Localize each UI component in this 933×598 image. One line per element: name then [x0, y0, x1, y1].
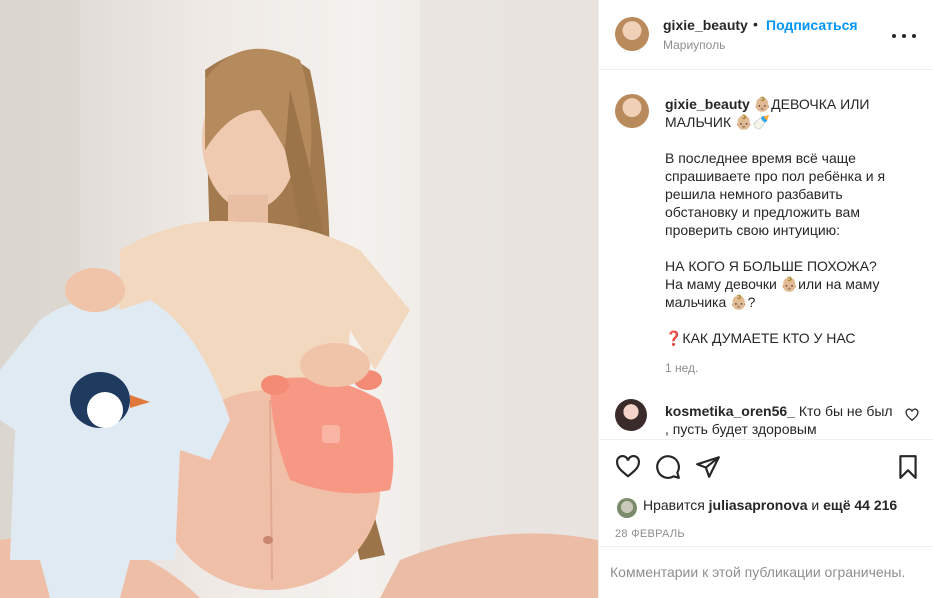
likes-summary: Нравится juliasapronova и ещё 44 216	[643, 497, 897, 513]
caption-avatar[interactable]	[615, 94, 649, 128]
post-date[interactable]: 28 ФЕВРАЛЬ	[615, 528, 685, 540]
author-username[interactable]: gixie_beauty	[663, 17, 748, 33]
likes-count[interactable]: ещё 44 216	[823, 497, 897, 513]
separator-dot: •	[753, 16, 758, 32]
liker-avatar[interactable]	[617, 498, 637, 518]
post-header: gixie_beauty • Подписаться Мариуполь	[599, 0, 933, 70]
location-link[interactable]: Мариуполь	[663, 38, 725, 52]
liker-username[interactable]: juliasapronova	[709, 497, 808, 513]
caption-paragraph-2: НА КОГО Я БОЛЬШЕ ПОХОЖА? На маму девочки…	[665, 258, 880, 310]
comment-like-icon[interactable]	[905, 408, 919, 422]
more-icon[interactable]	[892, 24, 916, 48]
heart-icon[interactable]	[615, 454, 641, 480]
caption-paragraph-1: В последнее время всё чаще спрашиваете п…	[665, 150, 886, 238]
likes-prefix: Нравится	[643, 497, 709, 513]
follow-button[interactable]: Подписаться	[766, 17, 858, 33]
comment-item: kosmetika_oren56_ Кто бы не был , пусть …	[665, 402, 895, 438]
comment-icon[interactable]	[655, 454, 681, 480]
caption-time[interactable]: 1 нед.	[665, 361, 698, 375]
caption-username[interactable]: gixie_beauty	[665, 96, 750, 112]
bookmark-icon[interactable]	[895, 454, 921, 480]
post-caption: gixie_beauty 👶🏼ДЕВОЧКА ИЛИ МАЛЬЧИК 👶🏼🍼 В…	[665, 95, 915, 365]
post-actions: Нравится juliasapronova и ещё 44 216 28 …	[599, 439, 933, 595]
post-sidebar: gixie_beauty • Подписаться Мариуполь gix…	[598, 0, 933, 598]
caption-paragraph-3: ❓КАК ДУМАЕТЕ КТО У НАС	[665, 330, 856, 346]
commenter-avatar[interactable]	[615, 399, 647, 431]
likes-middle: и	[807, 497, 824, 513]
author-avatar[interactable]	[615, 17, 649, 51]
post-photo[interactable]	[0, 0, 598, 598]
comments-restricted-notice: Комментарии к этой публикации ограничены…	[599, 546, 933, 596]
comment-username[interactable]: kosmetika_oren56_	[665, 403, 795, 419]
comments-section[interactable]: gixie_beauty 👶🏼ДЕВОЧКА ИЛИ МАЛЬЧИК 👶🏼🍼 В…	[599, 71, 933, 439]
photo-illustration	[0, 0, 598, 598]
share-icon[interactable]	[695, 454, 721, 480]
